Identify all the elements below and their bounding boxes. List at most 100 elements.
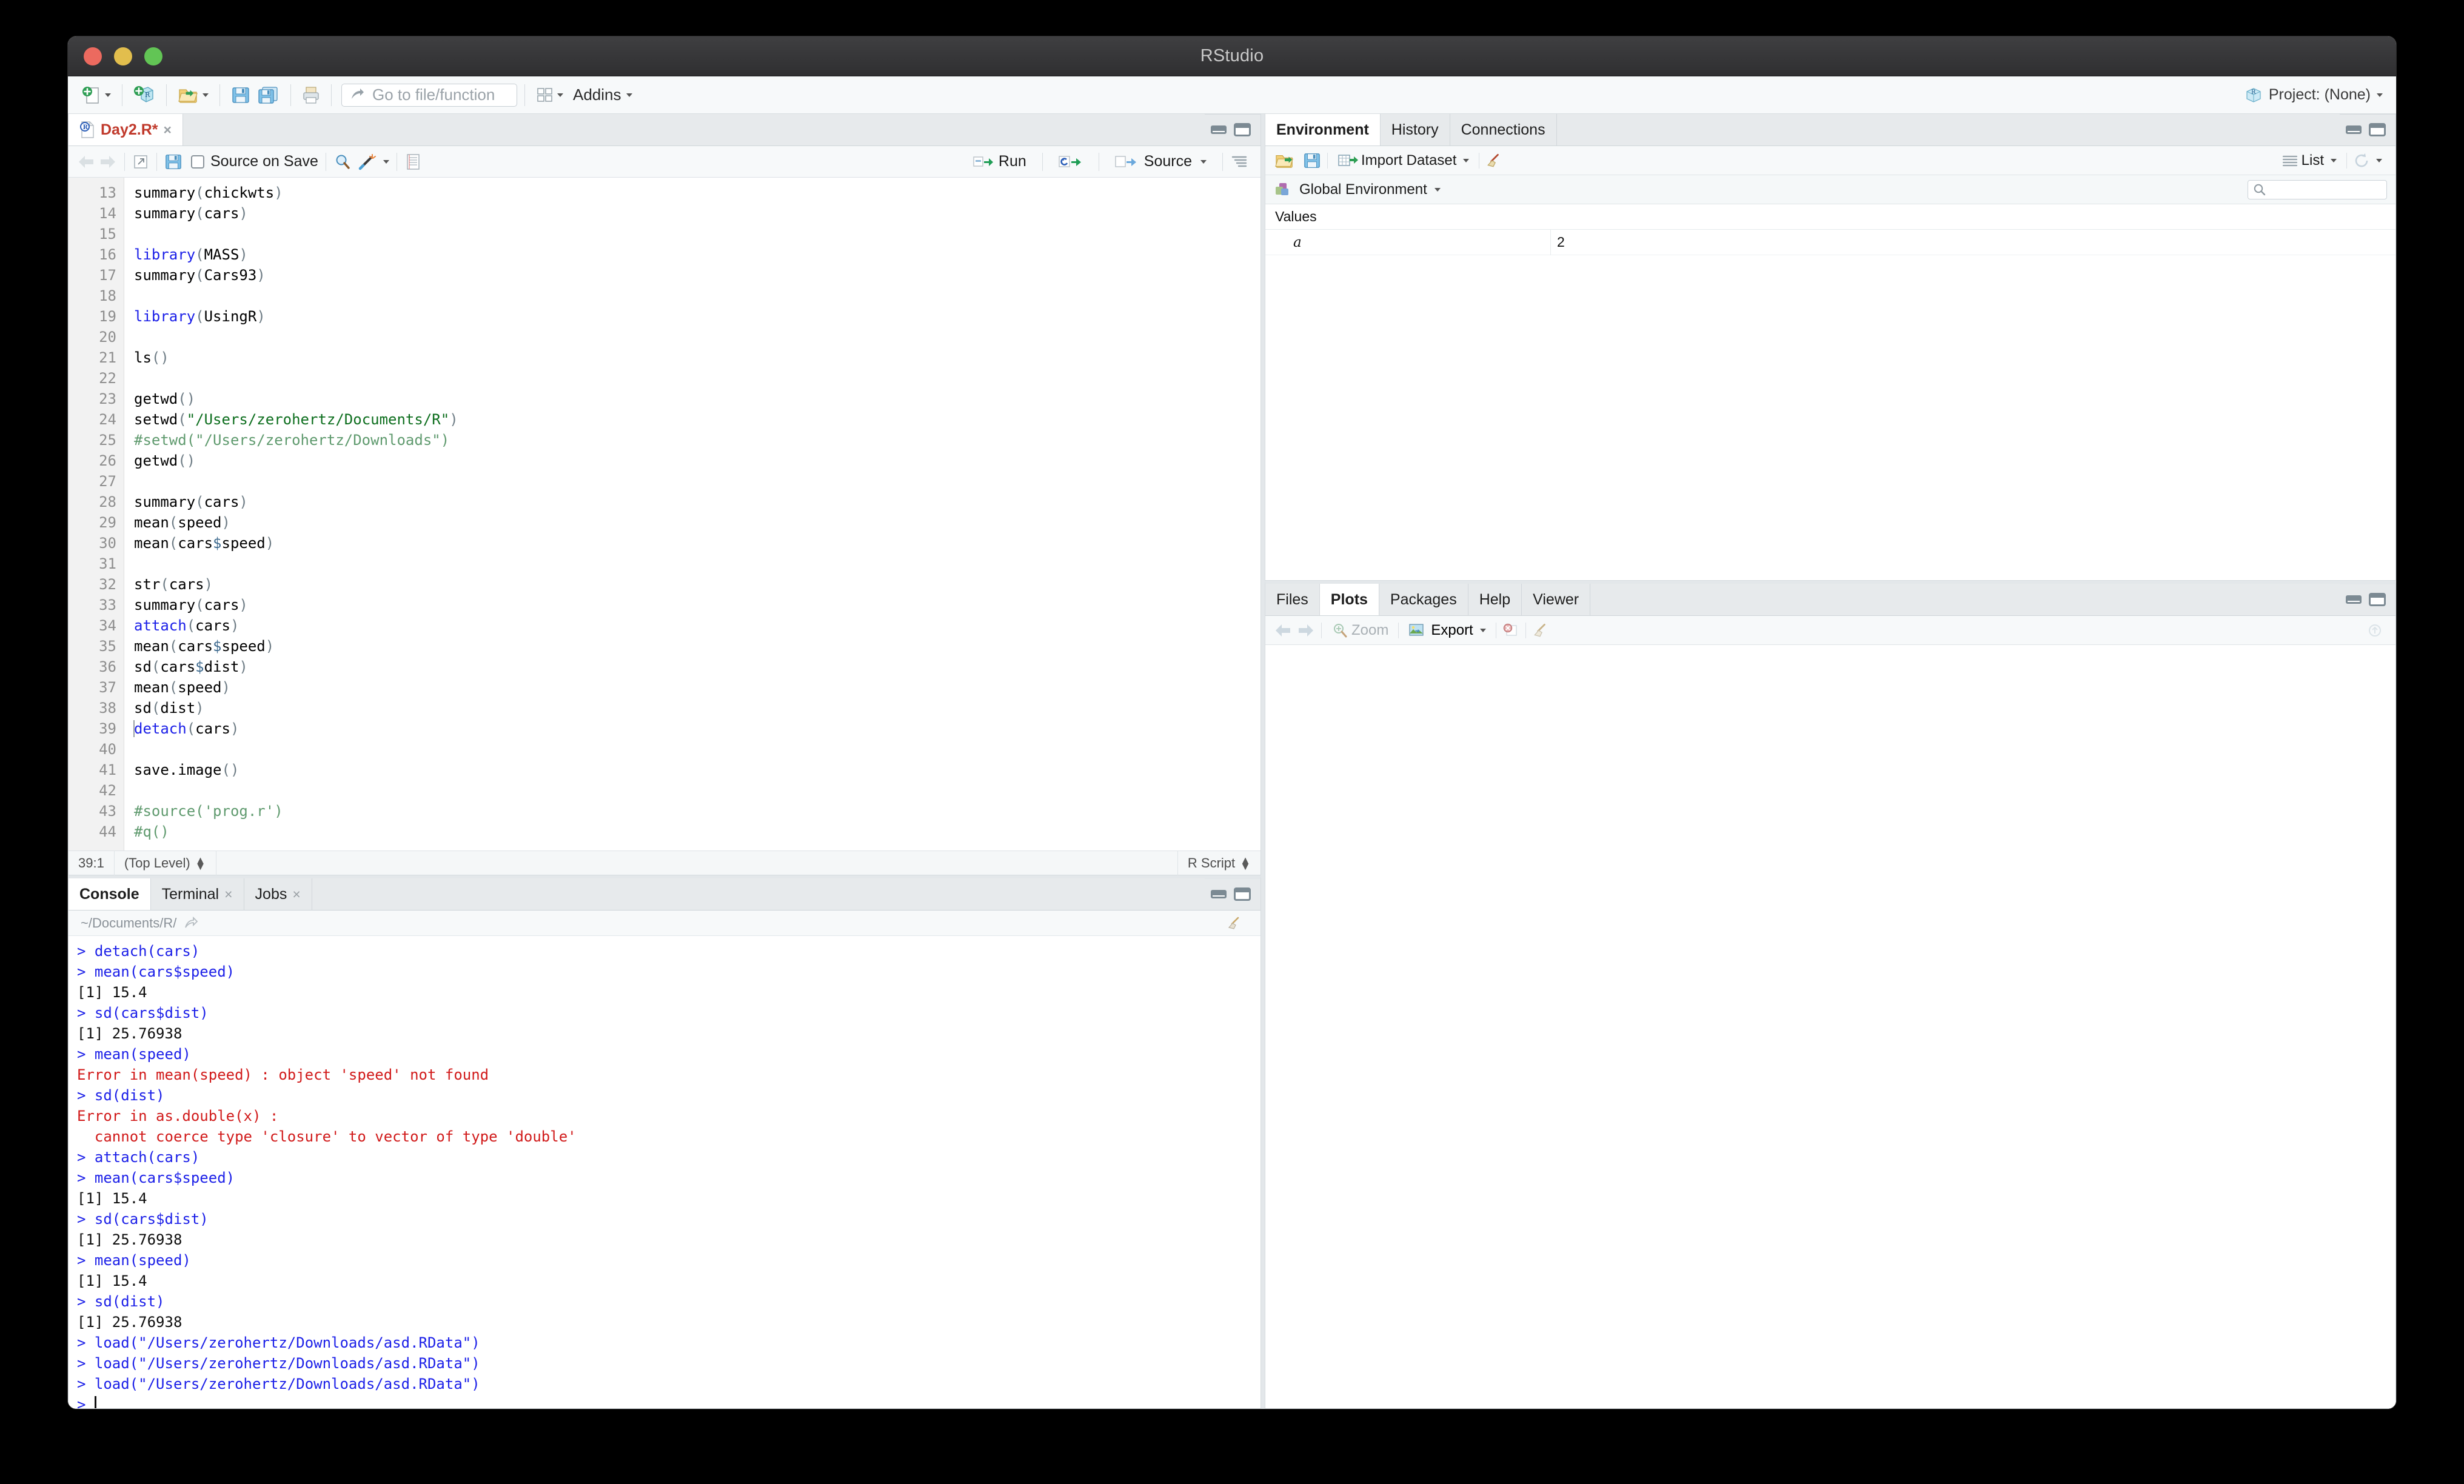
open-file-button[interactable] [174,83,212,107]
chevron-down-icon[interactable] [105,93,111,97]
code-line[interactable]: mean(speed) [134,677,1260,698]
tab-packages[interactable]: Packages [1379,584,1468,615]
popout-icon[interactable] [184,916,198,930]
checkbox-box[interactable] [191,155,204,169]
save-icon[interactable] [164,153,182,171]
close-terminal-icon[interactable]: × [224,886,232,903]
chevron-down-icon[interactable] [1463,158,1470,162]
environment-row[interactable]: a2 [1265,229,2395,255]
close-tab-icon[interactable]: × [164,122,172,138]
new-file-button[interactable] [78,82,115,108]
close-jobs-icon[interactable]: × [292,886,300,903]
code-editor-area[interactable]: 13 14 15 16 17 18 19 20 21 22 23 24 25 26 27 28 29 30 31 32… [69,178,1260,851]
code-line[interactable] [134,368,1260,389]
maximize-pane-button[interactable] [1234,123,1251,136]
console-output[interactable]: > detach(cars) > mean(cars$speed) [1] 15.4… [69,936,1260,1408]
chevron-down-icon[interactable] [383,159,389,164]
back-arrow-icon[interactable] [1274,623,1292,638]
code-line[interactable]: sd(cars$dist) [134,657,1260,677]
code-line[interactable] [134,780,1260,801]
code-line[interactable]: getwd() [134,450,1260,471]
minimize-pane-button[interactable] [2346,595,2362,604]
code-line[interactable] [134,327,1260,347]
tab-environment[interactable]: Environment [1265,114,1381,145]
code-line[interactable]: #setwd("/Users/zerohertz/Downloads") [134,430,1260,450]
editor-tab-day2[interactable]: R Day2.R* × [69,114,183,145]
code-line[interactable]: sd(dist) [134,698,1260,718]
maximize-pane-button[interactable] [2369,123,2386,136]
code-line[interactable]: #source('prog.r') [134,801,1260,821]
broom-icon[interactable] [1532,623,1549,638]
chevron-down-icon[interactable] [1200,159,1207,164]
broom-icon[interactable] [1485,153,1502,169]
code-line[interactable]: ls() [134,347,1260,368]
forward-arrow-icon[interactable] [1297,623,1315,638]
chevron-down-icon[interactable] [2376,158,2382,162]
project-menu-button[interactable]: R Project: (None) [2245,86,2386,104]
code-line[interactable] [134,224,1260,244]
code-line[interactable]: mean(cars$speed) [134,636,1260,657]
tab-console[interactable]: Console [69,878,151,910]
chevron-down-icon[interactable] [557,93,563,97]
save-workspace-icon[interactable] [1303,152,1321,170]
chevron-down-icon[interactable] [203,93,209,97]
chevron-down-icon[interactable] [2377,93,2383,97]
save-button[interactable] [227,83,254,107]
new-project-button[interactable]: R [130,82,159,108]
minimize-pane-button[interactable] [1211,125,1227,134]
tab-files[interactable]: Files [1265,584,1320,615]
chevron-down-icon[interactable] [626,93,632,97]
code-line[interactable]: str(cars) [134,574,1260,595]
forward-arrow-icon[interactable] [99,154,117,170]
compile-report-icon[interactable] [404,153,421,171]
code-line[interactable]: mean(speed) [134,512,1260,533]
broom-icon[interactable] [1227,916,1242,931]
workspace-panes-button[interactable] [532,84,567,106]
find-replace-icon[interactable] [333,153,352,171]
code-line[interactable]: library(UsingR) [134,306,1260,327]
print-button[interactable] [298,83,324,107]
maximize-pane-button[interactable] [2369,593,2386,606]
tab-history[interactable]: History [1380,114,1450,145]
load-workspace-icon[interactable] [1274,152,1296,170]
minimize-pane-button[interactable] [1211,890,1227,898]
up-down-arrows-icon[interactable]: ▲ ▼ [195,855,206,872]
code-line[interactable]: summary(chickwts) [134,182,1260,203]
code-line[interactable]: mean(cars$speed) [134,533,1260,553]
code-line[interactable]: setwd("/Users/zerohertz/Documents/R") [134,409,1260,430]
code-line[interactable] [134,553,1260,574]
import-dataset-button[interactable]: Import Dataset [1334,150,1473,172]
publish-icon[interactable] [2366,623,2383,638]
file-type-selector[interactable]: R Script ▲ ▼ [1177,851,1260,875]
code-line[interactable]: summary(cars) [134,203,1260,224]
goto-file-function-input[interactable]: Go to file/function [341,83,517,107]
tab-terminal[interactable]: Terminal × [150,878,244,910]
tab-jobs[interactable]: Jobs × [244,878,312,910]
code-lines[interactable]: summary(chickwts) summary(cars) library(MA… [124,178,1260,851]
code-line[interactable]: save.image() [134,760,1260,780]
save-all-button[interactable] [254,83,283,107]
document-outline-icon[interactable] [1230,154,1248,170]
code-line[interactable]: summary(Cars93) [134,265,1260,286]
remove-plot-icon[interactable] [1502,622,1519,639]
rerun-button[interactable] [1050,154,1091,170]
code-line[interactable]: #q() [134,821,1260,842]
scope-selector[interactable]: (Top Level) ▲ ▼ [115,851,216,875]
export-plot-button[interactable]: Export [1405,620,1489,641]
tab-help[interactable]: Help [1468,584,1522,615]
chevron-down-icon[interactable] [1479,628,1486,632]
view-mode-button[interactable]: List [2278,150,2340,172]
code-line[interactable] [134,286,1260,306]
addins-button[interactable]: Addins [573,85,632,104]
tab-plots[interactable]: Plots [1319,584,1379,615]
code-line[interactable]: summary(cars) [134,492,1260,512]
maximize-pane-button[interactable] [1234,887,1251,901]
chevron-down-icon[interactable] [2331,158,2337,162]
code-line[interactable]: getwd() [134,389,1260,409]
code-line[interactable] [134,739,1260,760]
run-button[interactable]: Run [965,153,1035,170]
back-arrow-icon[interactable] [77,154,95,170]
minimize-pane-button[interactable] [2346,125,2362,134]
code-line[interactable] [134,471,1260,492]
code-line[interactable]: library(MASS) [134,244,1260,265]
